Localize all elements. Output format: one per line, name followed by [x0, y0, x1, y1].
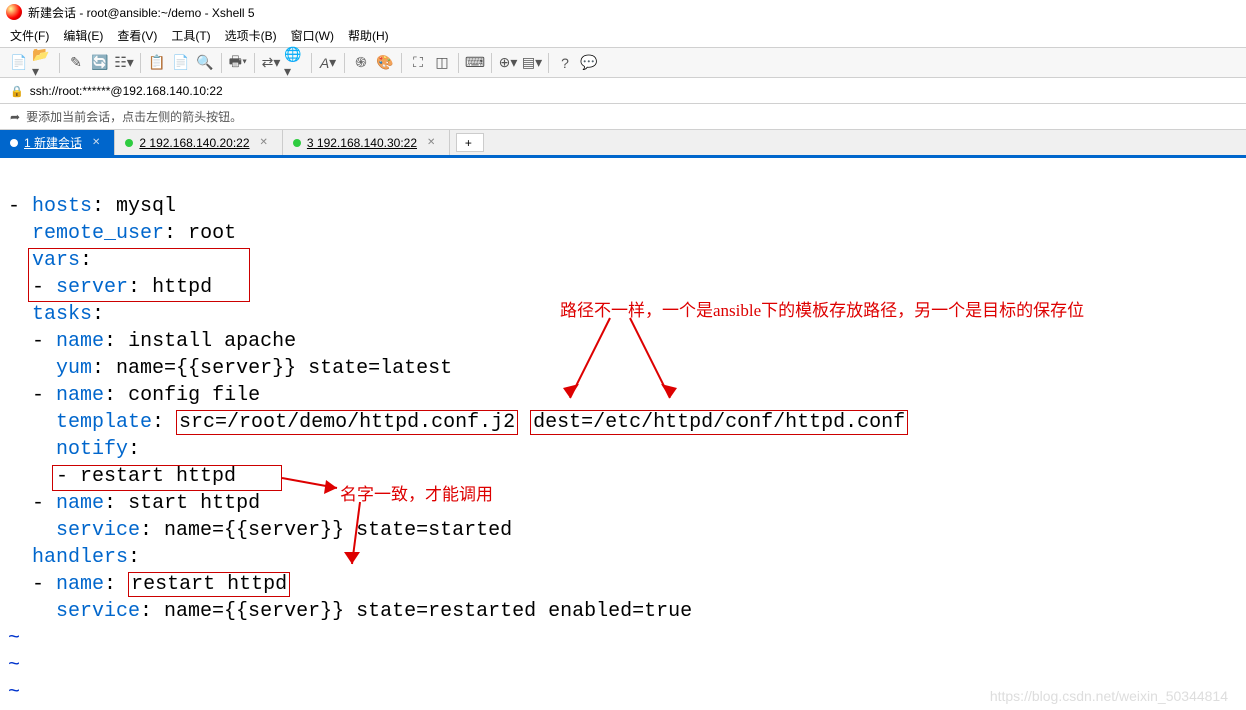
template-src-box: src=/root/demo/httpd.conf.j2: [176, 410, 518, 435]
tab-label: 1 新建会话: [24, 134, 82, 151]
status-dot-icon: [10, 139, 18, 147]
keyboard-icon[interactable]: ⌨: [464, 52, 486, 74]
close-icon[interactable]: ✕: [427, 137, 435, 148]
separator: [548, 53, 549, 73]
session-note-text: 要添加当前会话，点击左侧的箭头按钮。: [26, 108, 242, 125]
status-dot-icon: [125, 139, 133, 147]
vars-box: [28, 248, 250, 302]
transparent-icon[interactable]: ◫: [431, 52, 453, 74]
menu-view[interactable]: 查看(V): [117, 27, 157, 44]
separator: [140, 53, 141, 73]
arrow-annot-to-handler: [340, 502, 380, 580]
transfer-icon[interactable]: ⇄▾: [260, 52, 282, 74]
tab-3[interactable]: 3 192.168.140.30:22 ✕: [283, 130, 451, 155]
menu-window[interactable]: 窗口(W): [291, 27, 334, 44]
separator: [221, 53, 222, 73]
session-note-bar: 要添加当前会话，点击左侧的箭头按钮。: [0, 104, 1246, 130]
handler-name-box: restart httpd: [128, 572, 290, 597]
status-dot-icon: [293, 139, 301, 147]
menu-tools[interactable]: 工具(T): [171, 27, 210, 44]
find-icon[interactable]: 🔍: [194, 52, 216, 74]
menu-file[interactable]: 文件(F): [10, 27, 49, 44]
menu-tabs[interactable]: 选项卡(B): [225, 27, 277, 44]
edit-icon[interactable]: ✎: [65, 52, 87, 74]
close-icon[interactable]: ✕: [92, 137, 100, 148]
add-tab-button[interactable]: +: [456, 133, 484, 152]
separator: [254, 53, 255, 73]
titlebar: 新建会话 - root@ansible:~/demo - Xshell 5: [0, 0, 1246, 24]
separator: [401, 53, 402, 73]
arrow-to-dest: [620, 318, 700, 416]
menu-edit[interactable]: 编辑(E): [63, 27, 103, 44]
separator: [458, 53, 459, 73]
reconnect-icon[interactable]: 🔄: [89, 52, 111, 74]
watermark: https://blog.csdn.net/weixin_50344814: [990, 688, 1228, 704]
tab-bar: 1 新建会话 ✕ 2 192.168.140.20:22 ✕ 3 192.168…: [0, 130, 1246, 158]
color-icon[interactable]: 🎨: [374, 52, 396, 74]
separator: [344, 53, 345, 73]
notify-restart-box: [52, 465, 282, 491]
terminal-content[interactable]: - hosts: mysql remote_user: root vars: -…: [0, 158, 1246, 706]
tab-2[interactable]: 2 192.168.140.20:22 ✕: [115, 130, 283, 155]
globe-icon[interactable]: 🌐▾: [284, 52, 306, 74]
address-bar: ssh://root:******@192.168.140.10:22: [0, 78, 1246, 104]
menu-help[interactable]: 帮助(H): [348, 27, 389, 44]
add-button-icon[interactable]: ⊕▾: [497, 52, 519, 74]
address-text[interactable]: ssh://root:******@192.168.140.10:22: [30, 84, 223, 98]
arrow-icon[interactable]: [10, 110, 20, 124]
window-title: 新建会话 - root@ansible:~/demo - Xshell 5: [28, 4, 255, 21]
lock-icon: [10, 84, 24, 98]
toolbar: 📄 📂▾ ✎ 🔄 ☷▾ 📋 📄 🔍 🖶▾ ⇄▾ 🌐▾ A▾ ֍ 🎨 ⛶ ◫ ⌨ …: [0, 48, 1246, 78]
separator: [311, 53, 312, 73]
chat-icon[interactable]: 💬: [578, 52, 600, 74]
layout-icon[interactable]: ▤▾: [521, 52, 543, 74]
tab-1[interactable]: 1 新建会话 ✕: [0, 130, 115, 155]
close-icon[interactable]: ✕: [260, 137, 268, 148]
font-icon[interactable]: A▾: [317, 52, 339, 74]
separator: [491, 53, 492, 73]
fullscreen-icon[interactable]: ⛶: [407, 52, 429, 74]
swirl-icon[interactable]: ֍: [350, 52, 372, 74]
open-file-icon[interactable]: 📂▾: [32, 52, 54, 74]
menubar: 文件(F) 编辑(E) 查看(V) 工具(T) 选项卡(B) 窗口(W) 帮助(…: [0, 24, 1246, 48]
new-session-icon[interactable]: 📄: [8, 52, 30, 74]
print-icon[interactable]: 🖶▾: [227, 52, 249, 74]
separator: [59, 53, 60, 73]
tab-label: 3 192.168.140.30:22: [307, 136, 417, 150]
paste-icon[interactable]: 📄: [170, 52, 192, 74]
app-icon: [6, 4, 22, 20]
properties-icon[interactable]: ☷▾: [113, 52, 135, 74]
help-icon[interactable]: ?: [554, 52, 576, 74]
arrow-notify-to-annot: [282, 470, 352, 500]
copy-icon[interactable]: 📋: [146, 52, 168, 74]
tab-label: 2 192.168.140.20:22: [139, 136, 249, 150]
